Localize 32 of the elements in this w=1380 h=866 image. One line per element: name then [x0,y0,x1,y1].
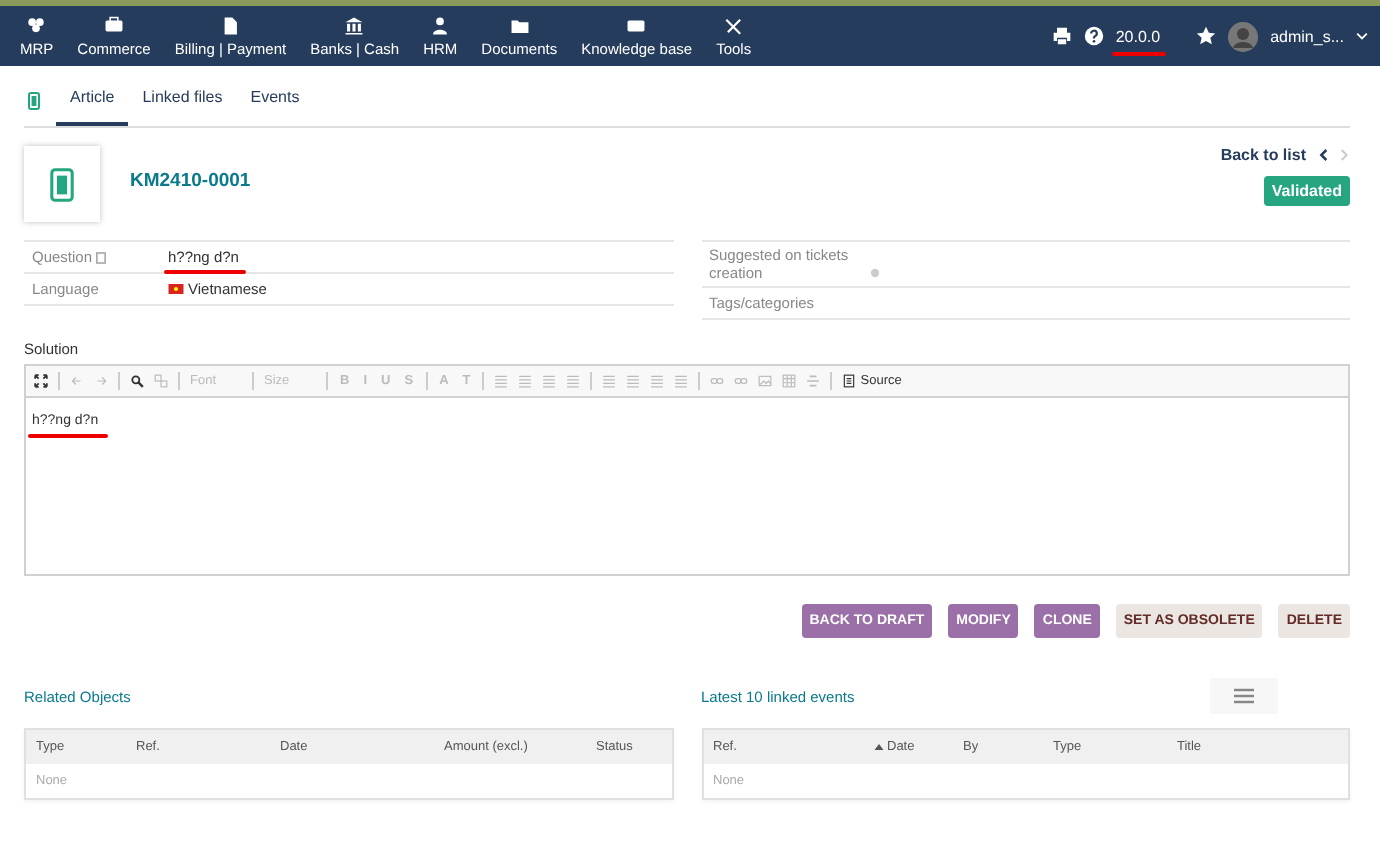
version-label[interactable]: 20.0.0 [1115,27,1161,45]
ticket-icon [28,92,40,110]
avatar-icon[interactable] [1228,21,1259,51]
search-icon[interactable] [130,374,144,388]
menu-button[interactable] [1210,678,1278,714]
status-badge: Validated [1263,176,1350,206]
flag-icon [168,284,184,294]
chevron-down-icon[interactable] [1356,30,1368,42]
print-icon[interactable] [1051,26,1072,46]
info-icon [869,268,879,278]
user-name[interactable]: admin_s... [1270,27,1344,45]
bank-icon [344,15,365,35]
clipboard-icon[interactable] [96,251,107,263]
briefcase-icon [104,15,125,35]
user-icon [430,15,451,35]
record-reference: KM2410-0001 [130,170,251,192]
cluster-icon [26,15,47,35]
card-icon [626,15,647,35]
star-icon[interactable] [1196,26,1217,46]
document-icon [220,15,241,35]
folder-icon [509,15,530,35]
document-icon [842,374,857,388]
tab[interactable]: Events [236,88,314,126]
tab[interactable]: Article [56,88,129,126]
back-to-list-link[interactable]: Back to list [1220,146,1306,164]
tab[interactable]: Linked files [128,88,237,126]
next-icon[interactable] [1340,148,1350,162]
previous-icon[interactable] [1318,148,1328,162]
tools-icon [723,15,744,35]
help-icon[interactable] [1083,26,1104,46]
maximize-icon[interactable] [34,374,48,388]
menu-icon [1234,688,1254,704]
